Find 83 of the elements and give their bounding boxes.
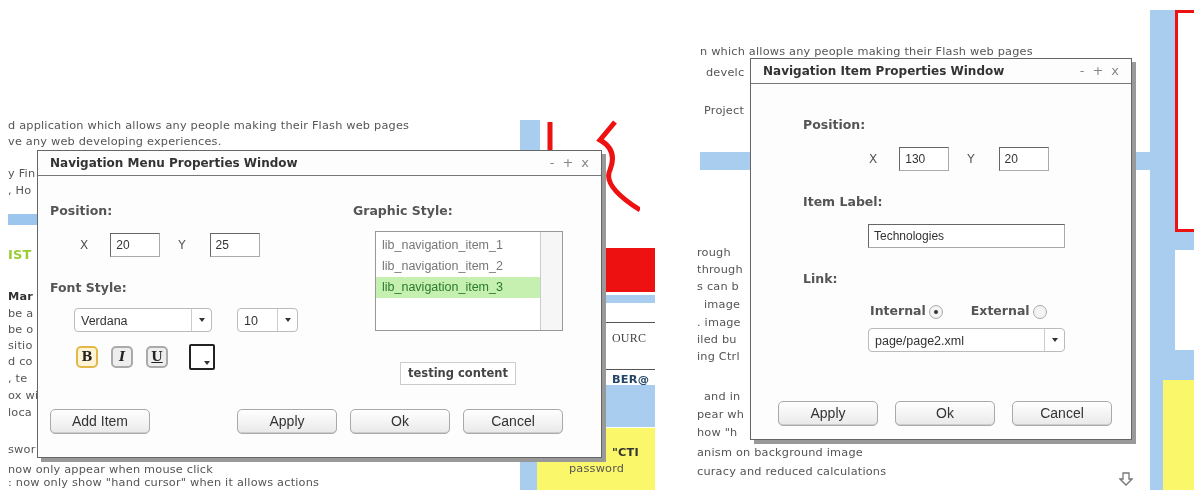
page-text: ox wi [8, 389, 39, 402]
page-text: n which allows any people making their Flash web pages [700, 45, 1033, 58]
page-text: pear wh [697, 408, 745, 421]
dialog-button[interactable]: Cancel [463, 409, 563, 434]
page-text: swor [8, 443, 36, 456]
caret-icon [1051, 338, 1058, 342]
banner-bar [700, 152, 750, 170]
size-select[interactable]: 10 [237, 307, 298, 332]
page-text: ing Ctrl [697, 350, 740, 363]
field-label: X [80, 236, 89, 254]
close-button[interactable]: x [581, 153, 589, 173]
page-text: sitio [8, 339, 33, 352]
page-text: develc [706, 66, 745, 79]
radio-option[interactable]: Internal [870, 302, 943, 321]
page-text: how "h [697, 426, 738, 439]
dialog-button[interactable]: Apply [778, 401, 878, 426]
section-label: Link: [803, 269, 839, 288]
page-text: and in [704, 390, 741, 403]
y-field[interactable]: 25 [209, 232, 260, 257]
list-item[interactable]: lib_navigation_item_3 [376, 276, 540, 298]
radio-option[interactable]: External [970, 302, 1047, 321]
page-text: iled bu [697, 333, 737, 346]
page-text: rough [697, 246, 731, 259]
caret-icon [204, 360, 210, 365]
page-text: d application which allows any people making their Flash web pages [8, 119, 410, 132]
y-field[interactable]: 20 [998, 146, 1049, 171]
label-field[interactable]: Technologies [868, 223, 1065, 248]
font-select[interactable]: Verdana [74, 307, 212, 332]
bold-button[interactable]: B [76, 345, 98, 368]
page-text: image [704, 298, 741, 311]
scrollbar[interactable] [540, 231, 562, 330]
page-text: be o [8, 323, 34, 336]
field-label: X [869, 150, 878, 168]
section-label: Graphic Style: [353, 202, 454, 220]
page-text: through [697, 263, 743, 276]
page-text: Mar [8, 290, 34, 303]
italic-button[interactable]: I [111, 345, 133, 368]
close-button[interactable]: x [1111, 61, 1119, 81]
field-label: Y [178, 236, 186, 254]
field-label: Y [967, 150, 975, 168]
x-field[interactable]: 130 [899, 146, 950, 171]
page-text: be a [8, 307, 34, 320]
page-text: , te [8, 372, 28, 385]
page-text: loca [8, 406, 32, 419]
section-label: Position: [50, 202, 114, 220]
dialog-button[interactable]: Apply [237, 409, 337, 434]
list-item[interactable]: lib_navigation_item_2 [376, 255, 540, 277]
page-text: password [569, 462, 625, 475]
x-field[interactable]: 20 [110, 232, 161, 257]
add-item-button[interactable]: Add Item [50, 409, 150, 434]
underline-button[interactable]: U [146, 345, 168, 368]
section-label: Item Label: [803, 192, 884, 211]
page-text: Project [704, 104, 745, 117]
section-heading: IST [8, 248, 32, 261]
page-text: now only appear when mouse click [8, 463, 213, 476]
page-text: . image [697, 316, 741, 329]
radio-button[interactable] [928, 304, 943, 319]
dialog-button[interactable]: Ok [895, 401, 995, 426]
page-text: : now only show "hand cursor" when it allows actions [8, 476, 320, 489]
page-text: anism on background image [697, 446, 863, 459]
page-text: , Ho [8, 184, 32, 197]
color-picker[interactable] [189, 343, 215, 370]
caret-icon [198, 317, 205, 322]
page-text: "CTI [612, 446, 639, 459]
page-text: OURC [612, 332, 647, 345]
preview-text: testing content [400, 361, 516, 385]
dialog-button[interactable]: Ok [350, 409, 450, 434]
section-label: Font Style: [50, 278, 128, 297]
page-text: ve any web developing experiences. [8, 135, 222, 148]
caret-icon [284, 317, 291, 322]
section-label: Position: [803, 116, 867, 134]
page-text: y Fin [8, 167, 36, 180]
radio-button[interactable] [1032, 304, 1047, 319]
page-text: BER@ [612, 373, 650, 386]
page-text: d co [8, 355, 33, 368]
down-arrow-icon[interactable] [1119, 472, 1133, 486]
page-text: s can b [697, 280, 739, 293]
window-title: Navigation Item Properties Window [763, 63, 1005, 80]
page-select[interactable]: page/page2.xml [868, 328, 1065, 352]
page-text: curacy and reduced calculations [697, 465, 887, 478]
dialog-button[interactable]: Cancel [1012, 401, 1112, 426]
window-title: Navigation Menu Properties Window [50, 155, 298, 172]
list-item[interactable]: lib_navigation_item_1 [376, 234, 540, 256]
